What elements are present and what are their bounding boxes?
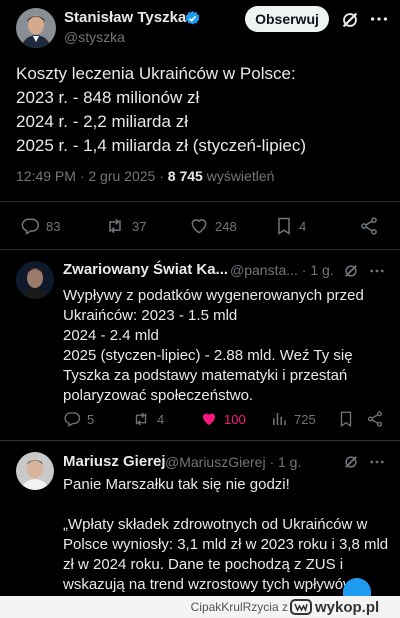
reply-line: Polsce wyniosły: 3,1 mld zł w 2023 roku … <box>63 536 389 553</box>
wykop-icon <box>290 599 312 615</box>
like-button[interactable]: 100 <box>200 410 246 428</box>
reply-avatar[interactable] <box>16 452 54 490</box>
reply-line: zł w 2024 roku. Dane te pochodzą z ZUS i <box>63 556 344 573</box>
reply-author-name[interactable]: Mariusz Gierej <box>63 453 166 470</box>
reply-button[interactable]: 83 <box>20 216 60 236</box>
bookmark-count: 4 <box>299 218 307 234</box>
reply-text: Panie Marszałku tak się nie godzi! „Wpła… <box>63 475 388 595</box>
views-count: 725 <box>294 411 316 427</box>
reply-button[interactable]: 5 <box>63 410 94 428</box>
bookmark-button[interactable] <box>338 410 360 428</box>
watermark-user: CipakKrulRzycia z <box>191 600 288 614</box>
reply-author-handle[interactable]: @MariuszGierej · 1 g. <box>165 454 301 470</box>
more-icon[interactable] <box>368 8 390 30</box>
reply-icon <box>64 412 81 427</box>
tweet-time[interactable]: 12:49 PM · 2 gru 2025 · <box>16 168 168 184</box>
like-count: 100 <box>224 411 246 427</box>
reply-line: polaryzować społeczeństwo. <box>63 387 254 404</box>
wykop-brand: wykop.pl <box>315 598 380 616</box>
reply-line: Wypływy z podatków wygenerowanych przed <box>63 287 364 304</box>
reply-line <box>63 495 388 515</box>
reply-line: „Wpłaty składek zdrowotnych od Ukraińców… <box>63 516 368 533</box>
repost-button[interactable]: 4 <box>131 410 164 428</box>
repost-button[interactable]: 37 <box>104 216 146 236</box>
reply-line: Panie Marszałku tak się nie godzi! <box>63 476 290 493</box>
bookmark-icon <box>278 217 290 235</box>
reply-line: 2024 - 2.4 mld <box>63 327 159 344</box>
reply-text: Wypływy z podatków wygenerowanych przed … <box>63 286 364 406</box>
watermark-separator: z <box>282 600 288 614</box>
divider <box>0 201 400 202</box>
grok-icon[interactable] <box>342 453 360 476</box>
reply-icon <box>21 218 40 235</box>
author-avatar[interactable] <box>16 8 56 48</box>
repost-icon <box>135 412 147 426</box>
share-icon <box>367 411 383 427</box>
tweet-text: Koszty leczenia Ukraińców w Polsce: 2023… <box>16 62 388 158</box>
like-icon <box>203 413 215 425</box>
reply-author-name[interactable]: Zwariowany Świat Ka... <box>63 261 228 278</box>
author-name[interactable]: Stanisław Tyszka <box>64 9 186 26</box>
views-button[interactable]: 725 <box>270 410 316 428</box>
repost-count: 4 <box>157 411 165 427</box>
more-icon[interactable] <box>368 262 386 285</box>
reply-count: 83 <box>46 218 61 234</box>
divider <box>0 440 400 441</box>
reply-avatar[interactable] <box>16 261 54 299</box>
reply-line: Ukraińców: 2023 - 1.5 mld <box>63 307 238 324</box>
reply-line: 2025 (styczen-lipiec) - 2.88 mld. Weź Ty… <box>63 347 353 364</box>
tweet-meta: 12:49 PM · 2 gru 2025 · 8 745 wyświetleń <box>16 168 274 184</box>
watermark-bar: CipakKrulRzycia z wykop.pl <box>0 596 400 618</box>
bookmark-button[interactable]: 4 <box>275 216 306 236</box>
author-handle[interactable]: @styszka <box>64 29 125 45</box>
views-icon <box>273 413 286 425</box>
like-icon <box>191 219 207 234</box>
watermark-username: CipakKrulRzycia <box>190 600 279 614</box>
tweet-line: 2024 r. - 2,2 miliarda zł <box>16 112 188 131</box>
share-button[interactable] <box>366 410 390 428</box>
like-button[interactable]: 248 <box>189 216 237 236</box>
compose-button[interactable] <box>343 578 371 598</box>
follow-button[interactable]: Obserwuj <box>245 6 329 32</box>
views-label: wyświetleń <box>202 168 275 184</box>
grok-icon[interactable] <box>342 262 360 285</box>
reply-line: wskazują na trend wzrostowy tych wpływów… <box>63 576 363 593</box>
views-count: 8 745 <box>167 168 203 184</box>
tweet-line: 2023 r. - 848 milionów zł <box>16 88 200 107</box>
repost-icon <box>109 218 121 234</box>
wykop-logo: wykop.pl <box>290 597 379 617</box>
reply-author-handle[interactable]: @pansta... · 1 g. <box>230 262 334 278</box>
verified-icon <box>184 10 201 27</box>
reply-count: 5 <box>87 411 95 427</box>
divider <box>0 249 400 250</box>
share-icon <box>361 217 377 235</box>
bookmark-icon <box>340 411 352 428</box>
grok-icon[interactable] <box>339 9 361 31</box>
repost-count: 37 <box>132 218 147 234</box>
tweet-line: 2025 r. - 1,4 miliarda zł (styczeń-lipie… <box>16 136 307 155</box>
more-icon[interactable] <box>368 453 386 476</box>
tweet-line: Koszty leczenia Ukraińców w Polsce: <box>16 64 296 83</box>
like-count: 248 <box>215 218 237 234</box>
share-button[interactable] <box>359 216 385 236</box>
reply-line: Tyszka za podstawy matematyki i przestań <box>63 367 348 384</box>
